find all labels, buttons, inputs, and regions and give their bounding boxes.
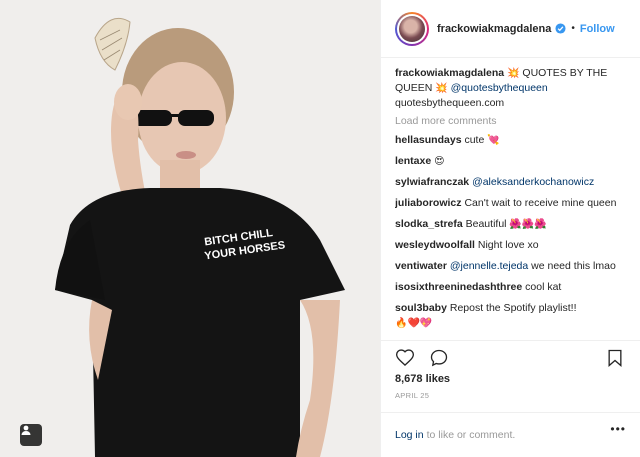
comment-item: lentaxe 😍 <box>395 154 627 169</box>
user-tag-icon <box>21 425 31 435</box>
load-more-comments-button[interactable]: Load more comments <box>395 115 627 127</box>
comment-text: Repost the Spotify playlist!! <box>449 302 577 314</box>
avatar <box>399 15 425 42</box>
login-prompt-text: to like or comment. <box>426 429 516 441</box>
follow-button[interactable]: Follow <box>580 23 615 35</box>
verified-badge-icon <box>555 23 566 34</box>
comment-item: isosixthreeninedashthree cool kat <box>395 280 627 295</box>
comments-list: frackowiakmagdalena 💥 QUOTES BY THE QUEE… <box>395 66 627 340</box>
post-caption: frackowiakmagdalena 💥 QUOTES BY THE QUEE… <box>395 66 627 111</box>
comment-text: Can't wait to receive mine queen <box>464 197 617 209</box>
comment-username[interactable]: juliaborowicz <box>395 197 462 209</box>
comment-emoji: 🌺🌺🌺 <box>509 219 547 230</box>
bookmark-icon[interactable] <box>605 348 625 368</box>
likes-count[interactable]: 8,678 likes <box>395 373 450 385</box>
header-separator: • <box>571 23 575 34</box>
avatar-story-ring[interactable] <box>395 11 429 46</box>
comment-emoji: 😍 <box>434 156 445 167</box>
comment-item: slodka_strefa Beautiful 🌺🌺🌺 <box>395 217 627 232</box>
comment-item: juliaborowicz Can't wait to receive mine… <box>395 196 627 211</box>
comment-icon[interactable] <box>429 348 449 368</box>
comment-username[interactable]: hellasundays <box>395 134 462 146</box>
caption-username[interactable]: frackowiakmagdalena <box>395 67 504 79</box>
caption-emoji-1: 💥 <box>507 68 520 79</box>
comment-username[interactable]: lentaxe <box>395 155 431 167</box>
comment-item: wesleydwoolfall Night love xo <box>395 238 627 253</box>
comment-username[interactable]: slodka_strefa <box>395 218 463 230</box>
comments-fade <box>395 324 627 340</box>
more-options-button[interactable]: ••• <box>610 422 626 436</box>
user-tag-button[interactable] <box>20 424 42 446</box>
comment-username[interactable]: ventiwater <box>395 260 447 272</box>
photo-illustration: BITCH CHILL YOUR HORSES <box>0 0 380 457</box>
comment-text: Beautiful <box>465 218 510 230</box>
post-photo[interactable]: BITCH CHILL YOUR HORSES <box>0 0 381 457</box>
comment-text: Night love xo <box>477 239 539 251</box>
heart-icon[interactable] <box>395 348 415 368</box>
comment-text: cute <box>464 134 488 146</box>
actions-bar <box>381 340 640 375</box>
comment-text: cool kat <box>525 281 562 293</box>
comment-username[interactable]: wesleydwoolfall <box>395 239 475 251</box>
post-date: APRIL 25 <box>395 391 430 400</box>
comment-item: hellasundays cute 💘 <box>395 133 627 148</box>
header-username[interactable]: frackowiakmagdalena <box>437 23 551 35</box>
instagram-post: BITCH CHILL YOUR HORSES frackowiakmagdal… <box>0 0 640 457</box>
caption-mention[interactable]: @quotesbythequeen <box>451 82 548 94</box>
caption-link: quotesbythequeen.com <box>395 97 505 109</box>
post-header: frackowiakmagdalena • Follow <box>381 0 640 58</box>
comment-item: sylwiafranczak @aleksanderkochanowicz <box>395 175 627 190</box>
comment-username[interactable]: isosixthreeninedashthree <box>395 281 522 293</box>
comment-mention[interactable]: @jennelle.tejeda <box>450 260 528 272</box>
comment-username[interactable]: soul3baby <box>395 302 447 314</box>
login-link[interactable]: Log in <box>395 429 424 441</box>
comment-item: ventiwater @jennelle.tejeda we need this… <box>395 259 627 274</box>
comment-emoji: 💘 <box>487 135 500 146</box>
comment-text: we need this lmao <box>528 260 616 272</box>
caption-emoji-2: 💥 <box>435 83 448 94</box>
comment-mention[interactable]: @aleksanderkochanowicz <box>472 176 594 188</box>
login-prompt: Log in to like or comment. <box>381 412 640 457</box>
comment-username[interactable]: sylwiafranczak <box>395 176 469 188</box>
post-side-panel: frackowiakmagdalena • Follow frackowiakm… <box>381 0 640 457</box>
